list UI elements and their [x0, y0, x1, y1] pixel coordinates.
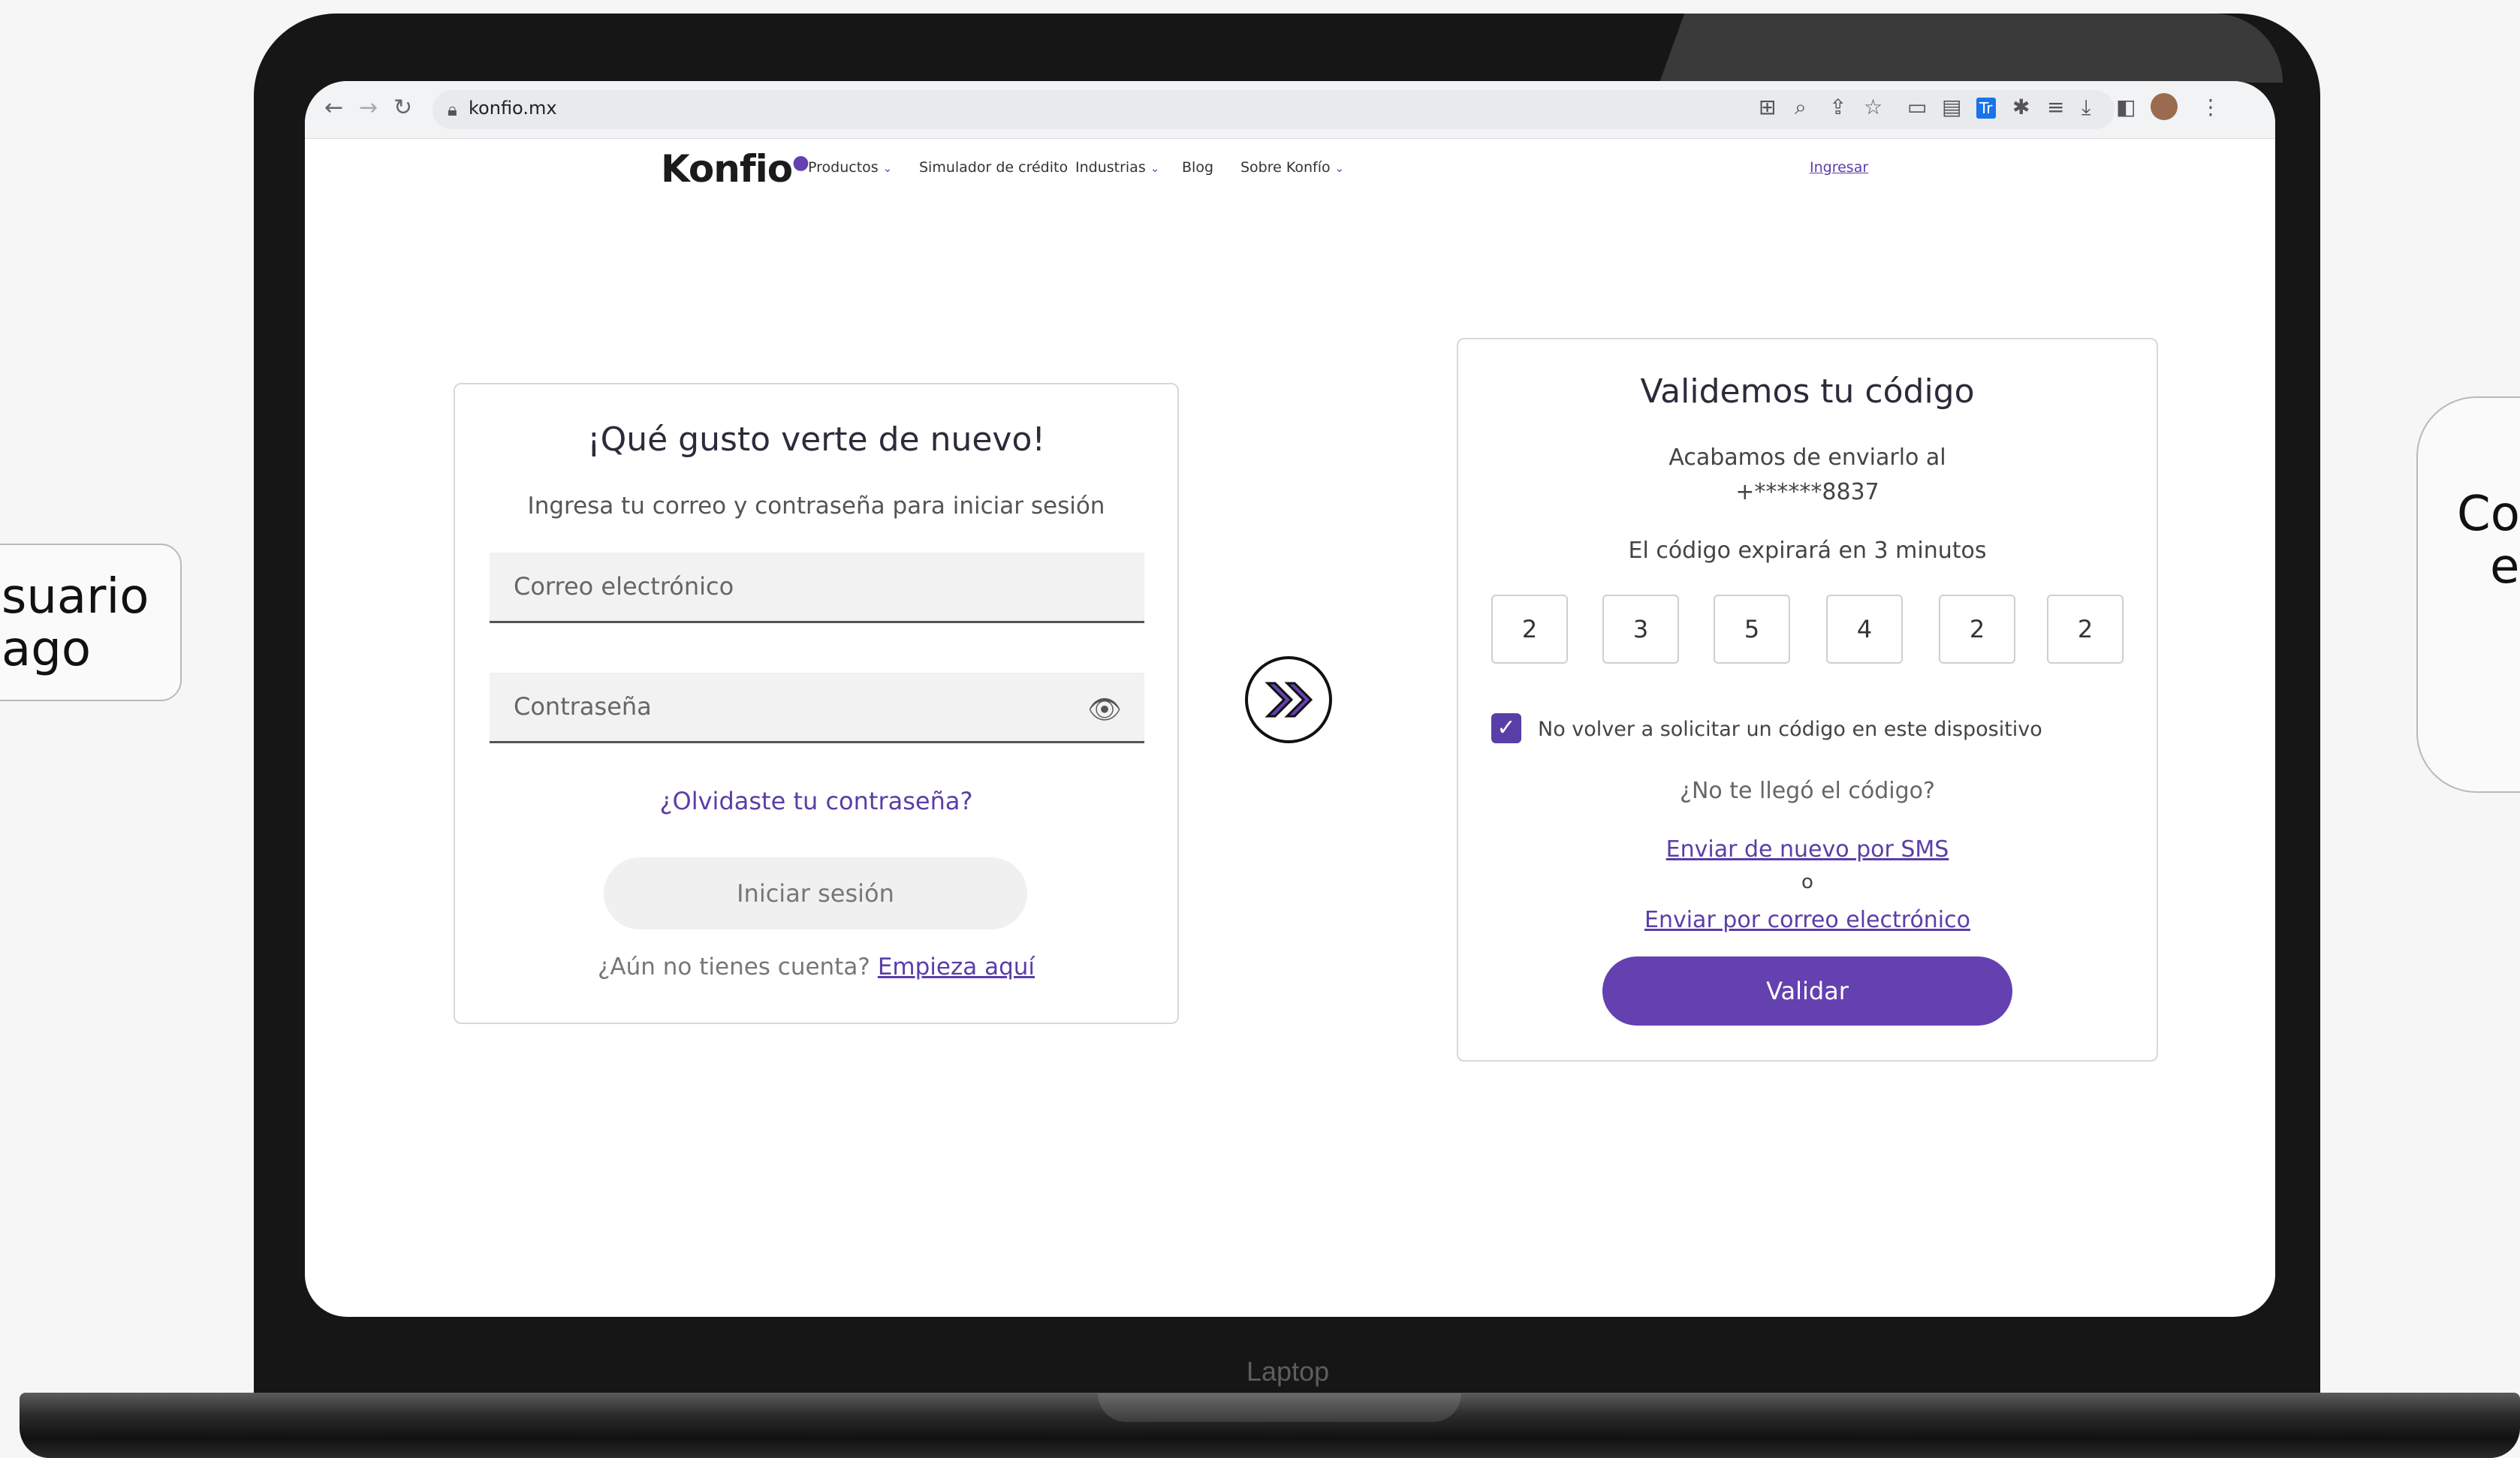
screenshot-icon[interactable]: ▤ [1942, 95, 1961, 119]
email-field[interactable]: Correo electrónico [490, 553, 1144, 623]
profile-avatar[interactable] [2151, 93, 2178, 120]
left-callout: suario ago [0, 544, 182, 701]
ingresar-link[interactable]: Ingresar [1810, 159, 1868, 176]
extension-tt-icon[interactable]: Tr [1976, 98, 1996, 119]
translate-icon[interactable]: ⊞ [1759, 95, 1776, 119]
nav-label: Industrias [1075, 159, 1146, 176]
chevron-down-icon: ⌄ [1150, 161, 1160, 175]
forward-icon[interactable]: → [359, 95, 378, 121]
share-icon[interactable]: ⇪ [1829, 95, 1846, 119]
browser-toolbar: ← → ↻ 🔒︎ konfio.mx ⊞ ⌕ ⇪ ☆ ▭ ▤ Tr ✱ ≡ ⤓ … [305, 81, 2275, 139]
lock-icon: 🔒︎ [448, 99, 457, 120]
otp-digit-2[interactable]: 3 [1602, 595, 1679, 664]
otp-phone: +******8837 [1735, 479, 1879, 505]
callout-text: el [2490, 539, 2520, 595]
otp-digit-6[interactable]: 2 [2047, 595, 2124, 664]
eye-icon[interactable]: 👁︎ [1087, 694, 1122, 725]
lid-sheen [1659, 14, 2283, 83]
double-chevron-right-icon [1245, 656, 1332, 743]
or-text: o [1801, 871, 1813, 893]
otp-title: Validemos tu código [1640, 372, 1975, 411]
sidepanel-icon[interactable]: ◧ [2116, 95, 2136, 119]
right-callout: Co el l [2416, 396, 2520, 793]
checkmark-icon: ✓ [1497, 715, 1516, 741]
remember-device-checkbox[interactable]: ✓ [1491, 713, 1521, 743]
address-bar[interactable]: 🔒︎ konfio.mx [433, 90, 2115, 129]
laptop-screen: ← → ↻ 🔒︎ konfio.mx ⊞ ⌕ ⇪ ☆ ▭ ▤ Tr ✱ ≡ ⤓ … [305, 81, 2275, 1317]
login-card: ¡Qué gusto verte de nuevo! Ingresa tu co… [454, 383, 1179, 1024]
nav-blog[interactable]: Blog [1182, 159, 1213, 176]
url-text: konfio.mx [469, 98, 557, 119]
resend-sms-link[interactable]: Enviar de nuevo por SMS [1458, 836, 2157, 863]
logo-text: Konfio [661, 147, 793, 191]
callout-text: l [2457, 593, 2520, 646]
validate-button[interactable]: Validar [1602, 956, 2012, 1026]
signup-row: ¿Aún no tienes cuenta? Empieza aquí [455, 953, 1177, 981]
nav-industrias[interactable]: Industrias ⌄ [1075, 159, 1159, 176]
signup-prompt: ¿Aún no tienes cuenta? [597, 953, 870, 981]
logo-dot-icon: ● [792, 151, 809, 174]
nav-label: Productos [808, 159, 879, 176]
otp-sent-line: Acabamos de enviarlo al [1668, 444, 1946, 471]
reading-list-icon[interactable]: ≡ [2047, 95, 2064, 119]
forgot-password-link[interactable]: ¿Olvidaste tu contraseña? [455, 787, 1177, 815]
password-field[interactable]: Contraseña 👁︎ [490, 673, 1144, 743]
callout-text: ago [2, 622, 91, 677]
signup-link[interactable]: Empieza aquí [878, 953, 1035, 981]
site-header: Konfio● Productos ⌄ Simulador de crédito … [305, 138, 2275, 206]
resend-email-link[interactable]: Enviar por correo electrónico [1458, 907, 2157, 933]
cast-icon[interactable]: ▭ [1907, 95, 1927, 119]
star-icon[interactable]: ☆ [1864, 95, 1882, 119]
nav-productos[interactable]: Productos ⌄ [808, 159, 892, 176]
callout-text: Co [2457, 487, 2520, 542]
login-subtitle: Ingresa tu correo y contraseña para inic… [527, 493, 1105, 520]
login-button[interactable]: Iniciar sesión [604, 857, 1027, 929]
laptop-notch [1098, 1393, 1461, 1422]
konfio-logo[interactable]: Konfio● [661, 147, 809, 191]
otp-digit-4[interactable]: 4 [1826, 595, 1903, 664]
password-placeholder: Contraseña [514, 692, 652, 721]
zoom-icon[interactable]: ⌕ [1795, 95, 1807, 120]
otp-digit-1[interactable]: 2 [1491, 595, 1568, 664]
back-icon[interactable]: ← [324, 95, 343, 121]
callout-text: suario [2, 569, 149, 625]
puzzle-icon[interactable]: ✱ [2012, 95, 2030, 119]
nav-sobre-konfio[interactable]: Sobre Konfío ⌄ [1240, 159, 1344, 176]
chevron-down-icon: ⌄ [1334, 161, 1345, 175]
otp-expiry: El código expirará en 3 minutos [1628, 538, 1987, 564]
nav-simulador[interactable]: Simulador de crédito [919, 159, 1068, 176]
download-icon[interactable]: ⤓ [2081, 95, 2090, 120]
not-received-text: ¿No te llegó el código? [1680, 778, 1935, 804]
otp-digit-3[interactable]: 5 [1714, 595, 1790, 664]
nav-label: Simulador de crédito [919, 159, 1069, 176]
reload-icon[interactable]: ↻ [393, 95, 412, 121]
menu-icon[interactable]: ⋮ [2200, 95, 2221, 119]
email-placeholder: Correo electrónico [514, 572, 734, 601]
chevron-down-icon: ⌄ [882, 161, 893, 175]
nav-label: Blog [1182, 159, 1213, 176]
nav-label: Sobre Konfío [1240, 159, 1331, 176]
login-title: ¡Qué gusto verte de nuevo! [586, 420, 1046, 459]
laptop-brand-label: Laptop [1246, 1356, 1330, 1387]
otp-card: Validemos tu código Acabamos de enviarlo… [1457, 338, 2158, 1062]
remember-device-label: No volver a solicitar un código en este … [1538, 718, 2042, 741]
otp-digit-5[interactable]: 2 [1939, 595, 2015, 664]
